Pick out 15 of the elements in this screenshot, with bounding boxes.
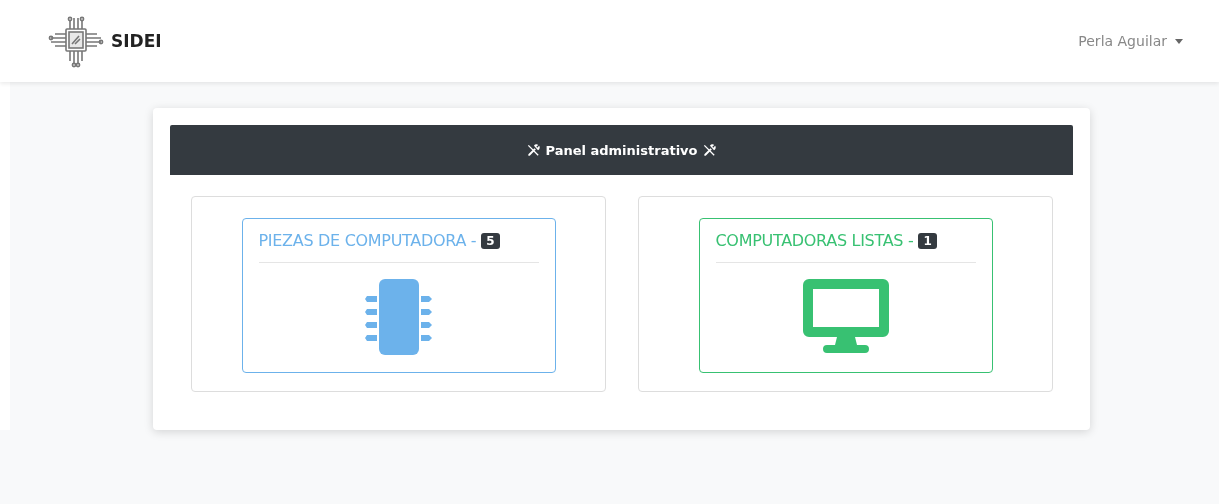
stat-card[interactable]: PIEZAS DE COMPUTADORA - 5: [241, 218, 556, 373]
chip-logo-icon: [47, 14, 105, 68]
stat-card[interactable]: COMPUTADORAS LISTAS - 1: [698, 218, 993, 373]
tools-icon: [526, 142, 542, 158]
caret-icon: [1175, 38, 1183, 44]
count-badge: 1: [918, 232, 937, 249]
monitor-icon: [802, 279, 889, 353]
brand-link[interactable]: SIDEI: [111, 31, 162, 51]
count-badge: 5: [481, 232, 500, 249]
card-title: PIEZAS DE COMPUTADORA -: [258, 231, 477, 250]
panel-title: Panel administrativo: [545, 142, 698, 158]
chip-icon: [364, 279, 433, 355]
tools-icon: [701, 142, 717, 158]
card-title: COMPUTADORAS LISTAS -: [715, 231, 914, 250]
user-menu[interactable]: Perla Aguilar: [1078, 33, 1183, 49]
